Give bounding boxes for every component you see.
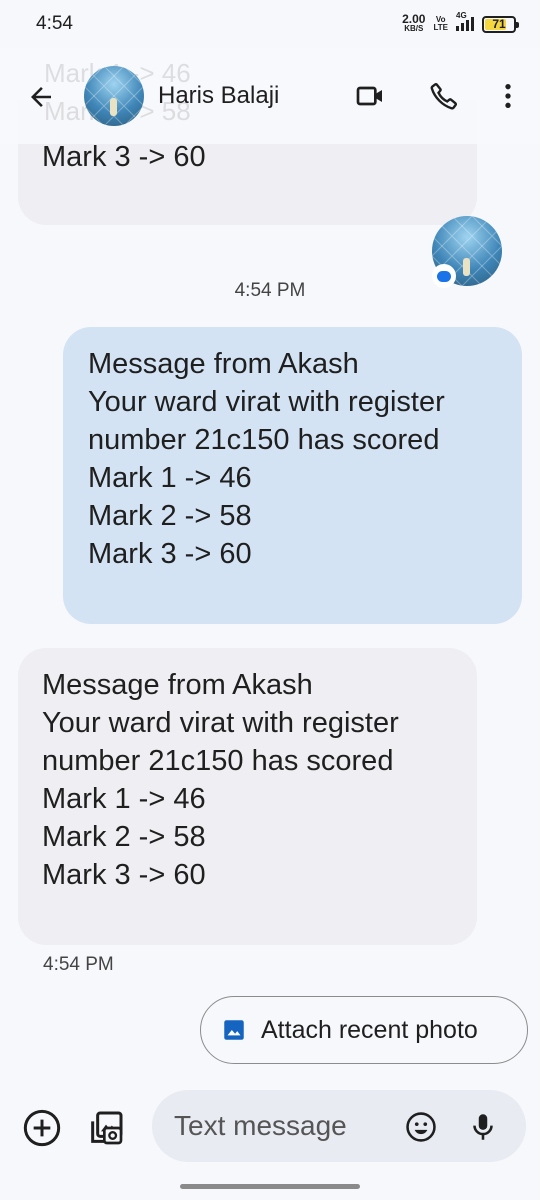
- message-line: Your ward virat with register: [88, 386, 445, 418]
- status-indicators: 2.00 KB/S Vo LTE 4G 71: [402, 11, 519, 33]
- avatar[interactable]: [84, 66, 144, 126]
- message-line: number 21c150 has scored: [88, 424, 440, 456]
- message-line: Message from Akash: [88, 348, 359, 380]
- message-bubble-incoming[interactable]: Message from Akash Your ward virat with …: [18, 648, 477, 945]
- message-input[interactable]: [174, 1110, 404, 1142]
- volte-bottom: LTE: [433, 23, 448, 32]
- mic-icon[interactable]: [466, 1110, 500, 1144]
- message-line: number 21c150 has scored: [42, 745, 394, 777]
- message-line: Mark 1 -> 46: [42, 783, 206, 815]
- more-vert-icon[interactable]: [492, 80, 524, 112]
- gallery-icon[interactable]: [86, 1108, 126, 1148]
- signal-icon: 4G: [456, 11, 474, 31]
- battery-icon: 71: [482, 15, 519, 33]
- message-line: Mark 1 -> 46: [88, 462, 252, 494]
- message-line: Your ward virat with register: [42, 707, 399, 739]
- attach-recent-photo-chip[interactable]: Attach recent photo: [200, 996, 528, 1064]
- chip-label: Attach recent photo: [261, 1015, 478, 1044]
- message-line: Mark 3 -> 60: [42, 859, 206, 891]
- add-circle-icon[interactable]: [22, 1108, 62, 1148]
- message-line: Mark 2 -> 58: [42, 821, 206, 853]
- network-speed: 2.00 KB/S: [402, 12, 426, 33]
- network-type: 4G: [456, 11, 467, 20]
- message-timestamp: 4:54 PM: [43, 954, 114, 975]
- video-call-icon[interactable]: [354, 80, 386, 112]
- network-speed-value: 2.00: [402, 12, 426, 26]
- contact-name[interactable]: Haris Balaji: [158, 82, 279, 110]
- gesture-navigation-bar[interactable]: [180, 1184, 360, 1189]
- message-timestamp: 4:54 PM: [234, 280, 306, 301]
- message-bubble-outgoing[interactable]: Message from Akash Your ward virat with …: [63, 327, 522, 624]
- battery-level: 71: [492, 17, 506, 31]
- message-line: Mark 2 -> 58: [88, 500, 252, 532]
- network-speed-unit: KB/S: [404, 24, 424, 33]
- volte-icon: Vo LTE: [433, 16, 448, 32]
- image-icon: [224, 1020, 244, 1040]
- message-line: Mark 3 -> 60: [88, 538, 252, 570]
- phone-icon[interactable]: [428, 80, 460, 112]
- back-arrow-icon[interactable]: [26, 82, 56, 112]
- message-compose-field[interactable]: [152, 1090, 526, 1162]
- status-time: 4:54: [36, 13, 73, 34]
- conversation-header: Mark 1 -> 46 Mark 2 -> 58 Haris Balaji: [0, 48, 540, 144]
- status-bar: 4:54 2.00 KB/S Vo LTE 4G 71: [0, 0, 540, 48]
- message-line: Message from Akash: [42, 669, 313, 701]
- emoji-icon[interactable]: [404, 1110, 438, 1144]
